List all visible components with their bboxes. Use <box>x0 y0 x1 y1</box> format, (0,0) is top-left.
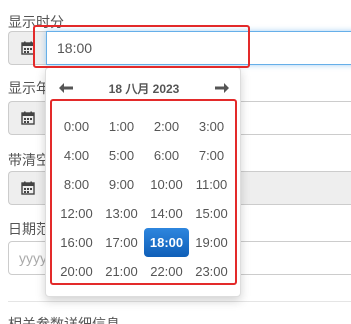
calendar-addon[interactable] <box>8 171 46 205</box>
hour-cell[interactable]: 20:00 <box>54 257 99 286</box>
hour-cell[interactable]: 8:00 <box>54 170 99 199</box>
hour-cell[interactable]: 19:00 <box>189 228 234 257</box>
hour-cell[interactable]: 6:00 <box>144 141 189 170</box>
hour-cell[interactable]: 2:00 <box>144 112 189 141</box>
bottom-label: 相关参数详细信息 <box>8 316 120 324</box>
hour-cell[interactable]: 12:00 <box>54 199 99 228</box>
clear-label: 带清空 <box>8 152 50 168</box>
calendar-icon <box>20 41 35 55</box>
hour-cell[interactable]: 21:00 <box>99 257 144 286</box>
hour-cell[interactable]: 13:00 <box>99 199 144 228</box>
hour-cell[interactable]: 5:00 <box>99 141 144 170</box>
hour-cell-selected[interactable]: 18:00 <box>144 228 189 257</box>
show-hm-label: 显示时分 <box>8 14 64 30</box>
arrow-right-icon[interactable] <box>212 79 232 97</box>
hour-cell[interactable]: 11:00 <box>189 170 234 199</box>
date-range-label: 日期范 <box>8 221 50 237</box>
hour-cell[interactable]: 22:00 <box>144 257 189 286</box>
hour-cell[interactable]: 4:00 <box>54 141 99 170</box>
hour-cell[interactable]: 23:00 <box>189 257 234 286</box>
picker-title[interactable]: 18 八月 2023 <box>109 80 180 97</box>
picker-header: 18 八月 2023 <box>46 76 242 100</box>
calendar-icon <box>20 111 35 125</box>
hours-grid: 0:00 1:00 2:00 3:00 4:00 5:00 6:00 7:00 8:00 9:00… <box>54 112 234 286</box>
hour-cell[interactable]: 15:00 <box>189 199 234 228</box>
calendar-addon[interactable] <box>8 101 46 135</box>
divider <box>8 301 351 302</box>
hour-cell[interactable]: 0:00 <box>54 112 99 141</box>
hour-cell[interactable]: 16:00 <box>54 228 99 257</box>
show-hm-input[interactable]: 18:00 <box>46 31 351 65</box>
hour-cell[interactable]: 9:00 <box>99 170 144 199</box>
show-year-label: 显示年 <box>8 80 50 96</box>
hour-cell[interactable]: 3:00 <box>189 112 234 141</box>
arrow-left-icon[interactable] <box>56 79 76 97</box>
show-hm-row: 18:00 <box>8 31 351 65</box>
hour-cell[interactable]: 17:00 <box>99 228 144 257</box>
hour-cell[interactable]: 7:00 <box>189 141 234 170</box>
hour-cell[interactable]: 10:00 <box>144 170 189 199</box>
calendar-addon[interactable] <box>8 31 46 65</box>
hour-cell[interactable]: 14:00 <box>144 199 189 228</box>
hour-cell[interactable]: 1:00 <box>99 112 144 141</box>
datetime-picker: 18 八月 2023 0:00 1:00 2:00 3:00 4:00 5:00 6:00 7… <box>45 67 241 297</box>
calendar-icon <box>20 181 35 195</box>
